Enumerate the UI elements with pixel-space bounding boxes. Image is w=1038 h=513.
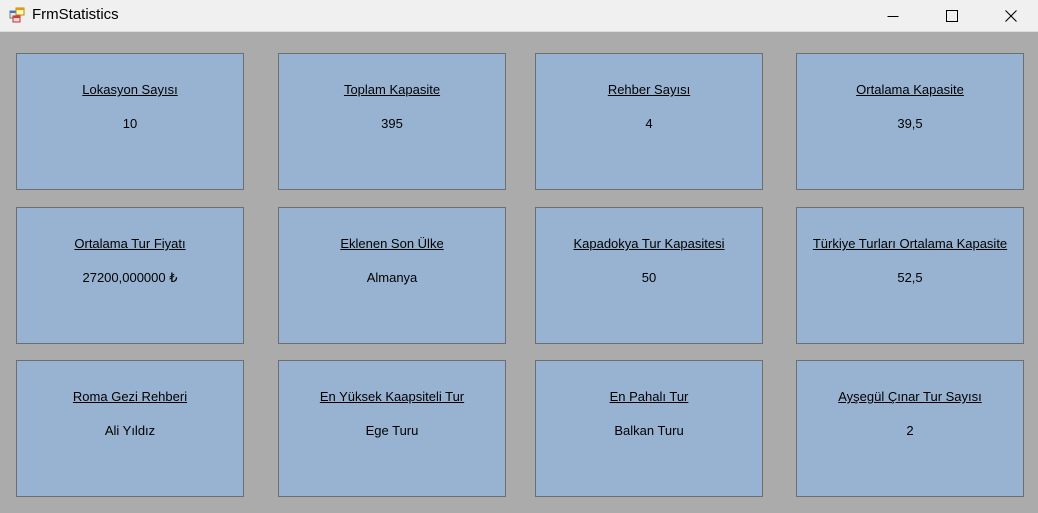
stat-value: Balkan Turu xyxy=(614,423,684,438)
stat-value: 27200,000000 ₺ xyxy=(82,270,178,285)
stat-card-most-expensive-tour: En Pahalı Tur Balkan Turu xyxy=(535,360,763,497)
minimize-button[interactable] xyxy=(870,0,916,31)
stat-value: Ege Turu xyxy=(365,423,419,438)
window-title: FrmStatistics xyxy=(32,6,119,23)
stat-card-location-count: Lokasyon Sayısı 10 xyxy=(16,53,244,190)
form-client-area: Lokasyon Sayısı 10 Toplam Kapasite 395 R… xyxy=(0,32,1038,513)
stat-value: Almanya xyxy=(366,270,418,285)
stat-title: Türkiye Turları Ortalama Kapasite xyxy=(812,236,1008,251)
stat-value: 50 xyxy=(641,270,657,285)
minimize-icon xyxy=(887,15,899,17)
stat-title: Ortalama Tur Fiyatı xyxy=(74,236,186,251)
stat-value: 4 xyxy=(645,116,653,131)
stat-title: Lokasyon Sayısı xyxy=(82,82,178,97)
stat-card-cappadocia-capacity: Kapadokya Tur Kapasitesi 50 xyxy=(535,207,763,344)
stat-card-total-capacity: Toplam Kapasite 395 xyxy=(278,53,506,190)
stat-title: Toplam Kapasite xyxy=(343,82,441,97)
title-bar[interactable]: FrmStatistics xyxy=(0,0,1038,32)
stat-card-average-capacity: Ortalama Kapasite 39,5 xyxy=(796,53,1024,190)
stat-card-rome-guide: Roma Gezi Rehberi Ali Yıldız xyxy=(16,360,244,497)
stat-title: Roma Gezi Rehberi xyxy=(72,389,188,404)
close-button[interactable] xyxy=(988,0,1034,31)
stat-card-guide-count: Rehber Sayısı 4 xyxy=(535,53,763,190)
stat-title: Rehber Sayısı xyxy=(607,82,691,97)
close-icon xyxy=(1005,9,1017,22)
stat-card-turkey-average-capacity: Türkiye Turları Ortalama Kapasite 52,5 xyxy=(796,207,1024,344)
stat-value: Ali Yıldız xyxy=(104,423,156,438)
stat-card-highest-capacity-tour: En Yüksek Kaapsiteli Tur Ege Turu xyxy=(278,360,506,497)
stat-title: En Yüksek Kaapsiteli Tur xyxy=(319,389,465,404)
stat-title: Ayşegül Çınar Tur Sayısı xyxy=(838,389,982,404)
maximize-button[interactable] xyxy=(929,0,975,31)
stat-card-guide-tour-count: Ayşegül Çınar Tur Sayısı 2 xyxy=(796,360,1024,497)
stat-value: 395 xyxy=(381,116,403,131)
stat-title: Ortalama Kapasite xyxy=(856,82,964,97)
stat-value: 39,5 xyxy=(897,116,923,131)
stat-value: 52,5 xyxy=(897,270,923,285)
stat-card-last-added-country: Eklenen Son Ülke Almanya xyxy=(278,207,506,344)
stat-title: Kapadokya Tur Kapasitesi xyxy=(573,236,725,251)
stat-card-average-tour-price: Ortalama Tur Fiyatı 27200,000000 ₺ xyxy=(16,207,244,344)
maximize-icon xyxy=(946,9,958,22)
stat-title: Eklenen Son Ülke xyxy=(340,236,444,251)
stat-title: En Pahalı Tur xyxy=(609,389,689,404)
stat-value: 10 xyxy=(122,116,138,131)
stat-value: 2 xyxy=(906,423,914,438)
app-icon[interactable] xyxy=(9,7,25,23)
